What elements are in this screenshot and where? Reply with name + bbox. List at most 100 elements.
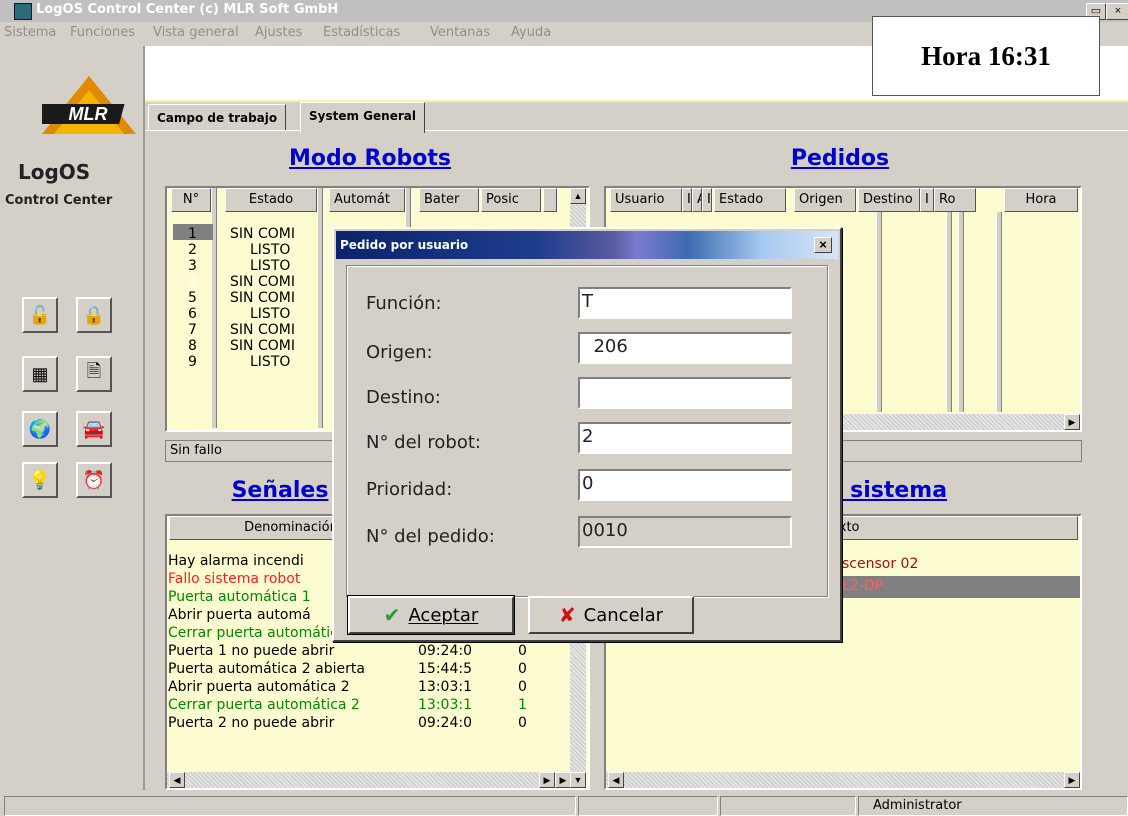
robot-row-number[interactable]: 9 (188, 354, 208, 370)
signal-row-name[interactable]: Puerta automática 2 abierta (168, 661, 410, 677)
pedidos-header-destino[interactable]: Destino (858, 188, 920, 212)
document-button[interactable]: 🗎 (76, 356, 112, 392)
origen-field[interactable]: 206 (578, 332, 792, 364)
pedidos-header-col3[interactable]: A (692, 188, 702, 212)
signal-row-value: 1 (518, 697, 527, 713)
menu-sistema[interactable]: Sistema (4, 25, 56, 40)
destino-field[interactable] (578, 377, 792, 409)
pedidos-header-estado[interactable]: Estado (714, 188, 786, 212)
lightbulb-button[interactable]: 💡 (22, 462, 58, 498)
robot-number-label: N° del robot: (366, 432, 481, 453)
robot-row-number[interactable]: 5 (188, 290, 208, 306)
funcion-field[interactable]: T (578, 287, 792, 319)
table-button[interactable]: ▦ (22, 356, 58, 392)
logo-subtitle: Control Center (5, 193, 113, 208)
dialog-title-bar: Pedido por usuario × (336, 231, 838, 259)
robot-row-estado[interactable]: LISTO (230, 242, 314, 258)
robots-header-num[interactable]: N° (171, 188, 211, 212)
pedidos-header-ro[interactable]: Ro (934, 188, 976, 212)
document-icon: 🗎 (86, 361, 102, 381)
signal-row-value: 0 (518, 715, 527, 731)
order-number-label: N° del pedido: (366, 526, 495, 547)
scroll-down-icon[interactable]: ▼ (570, 772, 586, 788)
robots-header-posic[interactable]: Posic (481, 188, 541, 212)
lock-open-button[interactable]: 🔓 (22, 297, 58, 333)
robot-row-number[interactable]: 3 (188, 258, 208, 274)
robot-row-estado[interactable]: SIN COMI (230, 322, 314, 338)
signal-row-time: 15:44:5 (418, 661, 472, 677)
signal-row-time: 13:03:1 (418, 697, 472, 713)
pedidos-header-col8[interactable]: I (920, 188, 934, 212)
robot-row-estado[interactable]: SIN COMI (230, 290, 314, 306)
system-row-text[interactable]: scensor 02 (842, 556, 1072, 572)
table-icon: ▦ (31, 363, 49, 384)
robot-row-estado[interactable]: LISTO (230, 306, 314, 322)
status-user: Administrator (858, 796, 1128, 816)
robots-header-extra[interactable] (543, 188, 557, 212)
robots-header-bater[interactable]: Bater (419, 188, 479, 212)
menu-ventanas[interactable]: Ventanas (430, 25, 490, 40)
globe-button[interactable]: 🌍 (22, 411, 58, 447)
pedidos-header-col4[interactable]: I (702, 188, 712, 212)
horizontal-scrollbar[interactable] (167, 772, 539, 788)
menu-ajustes[interactable]: Ajustes (255, 25, 302, 40)
alarm-clock-button[interactable]: ⏰ (76, 462, 112, 498)
scroll-right-icon[interactable]: ▶ (1064, 414, 1080, 430)
menu-vista-general[interactable]: Vista general (153, 25, 239, 40)
robot-row-number[interactable]: 1 (188, 226, 208, 242)
sistema-title: el sistema (820, 478, 948, 503)
logo-mark-text: MLR (69, 104, 108, 124)
scroll-right-icon[interactable]: ▶ (1064, 772, 1080, 788)
robots-title: Modo Robots (288, 146, 452, 171)
menu-estadisticas[interactable]: Estadísticas (323, 25, 400, 40)
robot-row-estado[interactable]: SIN COMI (230, 226, 314, 242)
pedidos-header-usuario[interactable]: Usuario (610, 188, 682, 212)
pedidos-header-col2[interactable]: I (682, 188, 692, 212)
close-icon[interactable]: × (1106, 3, 1128, 20)
horizontal-scrollbar[interactable] (606, 772, 1064, 788)
signal-row-name[interactable]: Puerta 2 no puede abrir (168, 715, 410, 731)
robot-row-estado[interactable]: SIN COMI (230, 274, 314, 290)
cancel-label: Cancelar (583, 604, 664, 626)
cancel-button[interactable]: ✘ Cancelar (528, 596, 694, 634)
pedidos-header-hora[interactable]: Hora (1004, 188, 1078, 212)
pedidos-title: Pedidos (790, 146, 890, 171)
signal-row-time: 09:24:0 (418, 643, 472, 659)
menu-ayuda[interactable]: Ayuda (511, 25, 551, 40)
origen-label: Origen: (366, 342, 433, 363)
robot-row-number[interactable]: 6 (188, 306, 208, 322)
column-divider (946, 212, 952, 412)
scroll-up-icon[interactable]: ▲ (570, 188, 586, 204)
signal-row-name[interactable]: Abrir puerta automática 2 (168, 679, 410, 695)
robot-row-number[interactable]: 7 (188, 322, 208, 338)
scroll-right-icon[interactable]: ▶ (555, 772, 571, 788)
lock-button[interactable]: 🔒 (76, 297, 112, 333)
scroll-right-icon[interactable]: ▶ (539, 772, 555, 788)
robots-header-automat[interactable]: Automát (329, 188, 405, 212)
status-cell (4, 796, 576, 816)
signal-row-name[interactable]: Puerta 1 no puede abrir (168, 643, 410, 659)
prioridad-field[interactable]: 0 (578, 469, 792, 501)
close-icon[interactable]: × (814, 237, 832, 253)
robot-number-field[interactable]: 2 (578, 422, 792, 454)
pedidos-header-origen[interactable]: Origen (794, 188, 856, 212)
robot-row-number[interactable]: 2 (188, 242, 208, 258)
accept-button[interactable]: ✔ Aceptar (347, 595, 515, 635)
signal-row-time: 09:24:0 (418, 715, 472, 731)
scroll-left-icon[interactable]: ◀ (608, 772, 624, 788)
scroll-left-icon[interactable]: ◀ (169, 772, 185, 788)
menu-funciones[interactable]: Funciones (70, 25, 135, 40)
robot-row-estado[interactable]: LISTO (230, 354, 314, 370)
cross-icon: ✘ (558, 603, 576, 627)
system-row-text[interactable]: L2-DP (842, 578, 1072, 594)
tab-system-general[interactable]: System General (300, 102, 425, 133)
accept-label: Aceptar (408, 604, 479, 626)
robot-row-estado[interactable]: SIN COMI (230, 338, 314, 354)
robot-row-number[interactable]: 4 (188, 274, 208, 290)
robots-header-estado[interactable]: Estado (225, 188, 317, 212)
robot-row-estado[interactable]: LISTO (230, 258, 314, 274)
tab-campo-de-trabajo[interactable]: Campo de trabajo (148, 104, 287, 131)
vehicle-button[interactable]: 🚘 (76, 411, 112, 447)
robot-row-number[interactable]: 8 (188, 338, 208, 354)
signal-row-name[interactable]: Cerrar puerta automática 2 (168, 697, 410, 713)
